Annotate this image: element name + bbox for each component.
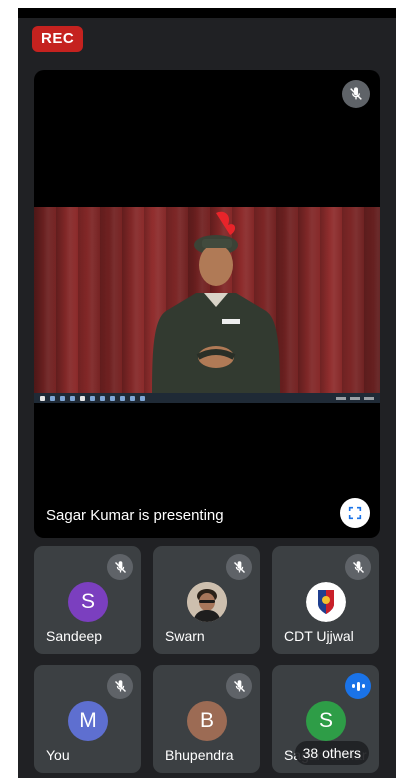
avatar: S bbox=[306, 701, 346, 741]
avatar: S bbox=[68, 582, 108, 622]
participant-name: Bhupendra bbox=[165, 747, 234, 763]
fullscreen-icon[interactable] bbox=[340, 498, 370, 528]
logo-avatar bbox=[306, 582, 346, 622]
participant-tile-bhupendra[interactable]: B Bhupendra bbox=[153, 665, 260, 773]
mic-off-icon bbox=[226, 673, 252, 699]
participant-tile-you[interactable]: M You bbox=[34, 665, 141, 773]
taskbar bbox=[34, 393, 380, 403]
recording-badge: REC bbox=[32, 26, 84, 52]
avatar bbox=[187, 582, 227, 622]
meeting-screen: REC Sagar Kumar is presenting S Sandeep … bbox=[18, 8, 396, 778]
mic-off-icon bbox=[226, 554, 252, 580]
participant-name: CDT Ujjwal bbox=[284, 628, 354, 644]
mic-off-icon bbox=[345, 554, 371, 580]
avatar: B bbox=[187, 701, 227, 741]
presentation-tile[interactable]: Sagar Kumar is presenting bbox=[34, 70, 380, 538]
presenting-label: Sagar Kumar is presenting bbox=[46, 507, 224, 524]
participant-name: Swarn bbox=[165, 628, 205, 644]
participant-tile-sagar-kumar[interactable]: S Sagar Kumar 38 others bbox=[272, 665, 379, 773]
mic-off-icon bbox=[107, 554, 133, 580]
participant-name: Sandeep bbox=[46, 628, 103, 644]
others-count-button[interactable]: 38 others bbox=[294, 741, 369, 765]
speaking-indicator-icon bbox=[345, 673, 371, 699]
participant-tile-cdt-ujjwal[interactable]: CDT Ujjwal bbox=[272, 546, 379, 654]
presenter-video bbox=[152, 211, 280, 393]
shared-screen bbox=[34, 207, 380, 403]
mic-off-icon bbox=[107, 673, 133, 699]
mic-off-icon bbox=[342, 80, 370, 108]
status-bar bbox=[18, 8, 396, 18]
participant-tile-swarn[interactable]: Swarn bbox=[153, 546, 260, 654]
avatar: M bbox=[68, 701, 108, 741]
participant-name: You bbox=[46, 747, 70, 763]
participant-tile-sandeep[interactable]: S Sandeep bbox=[34, 546, 141, 654]
